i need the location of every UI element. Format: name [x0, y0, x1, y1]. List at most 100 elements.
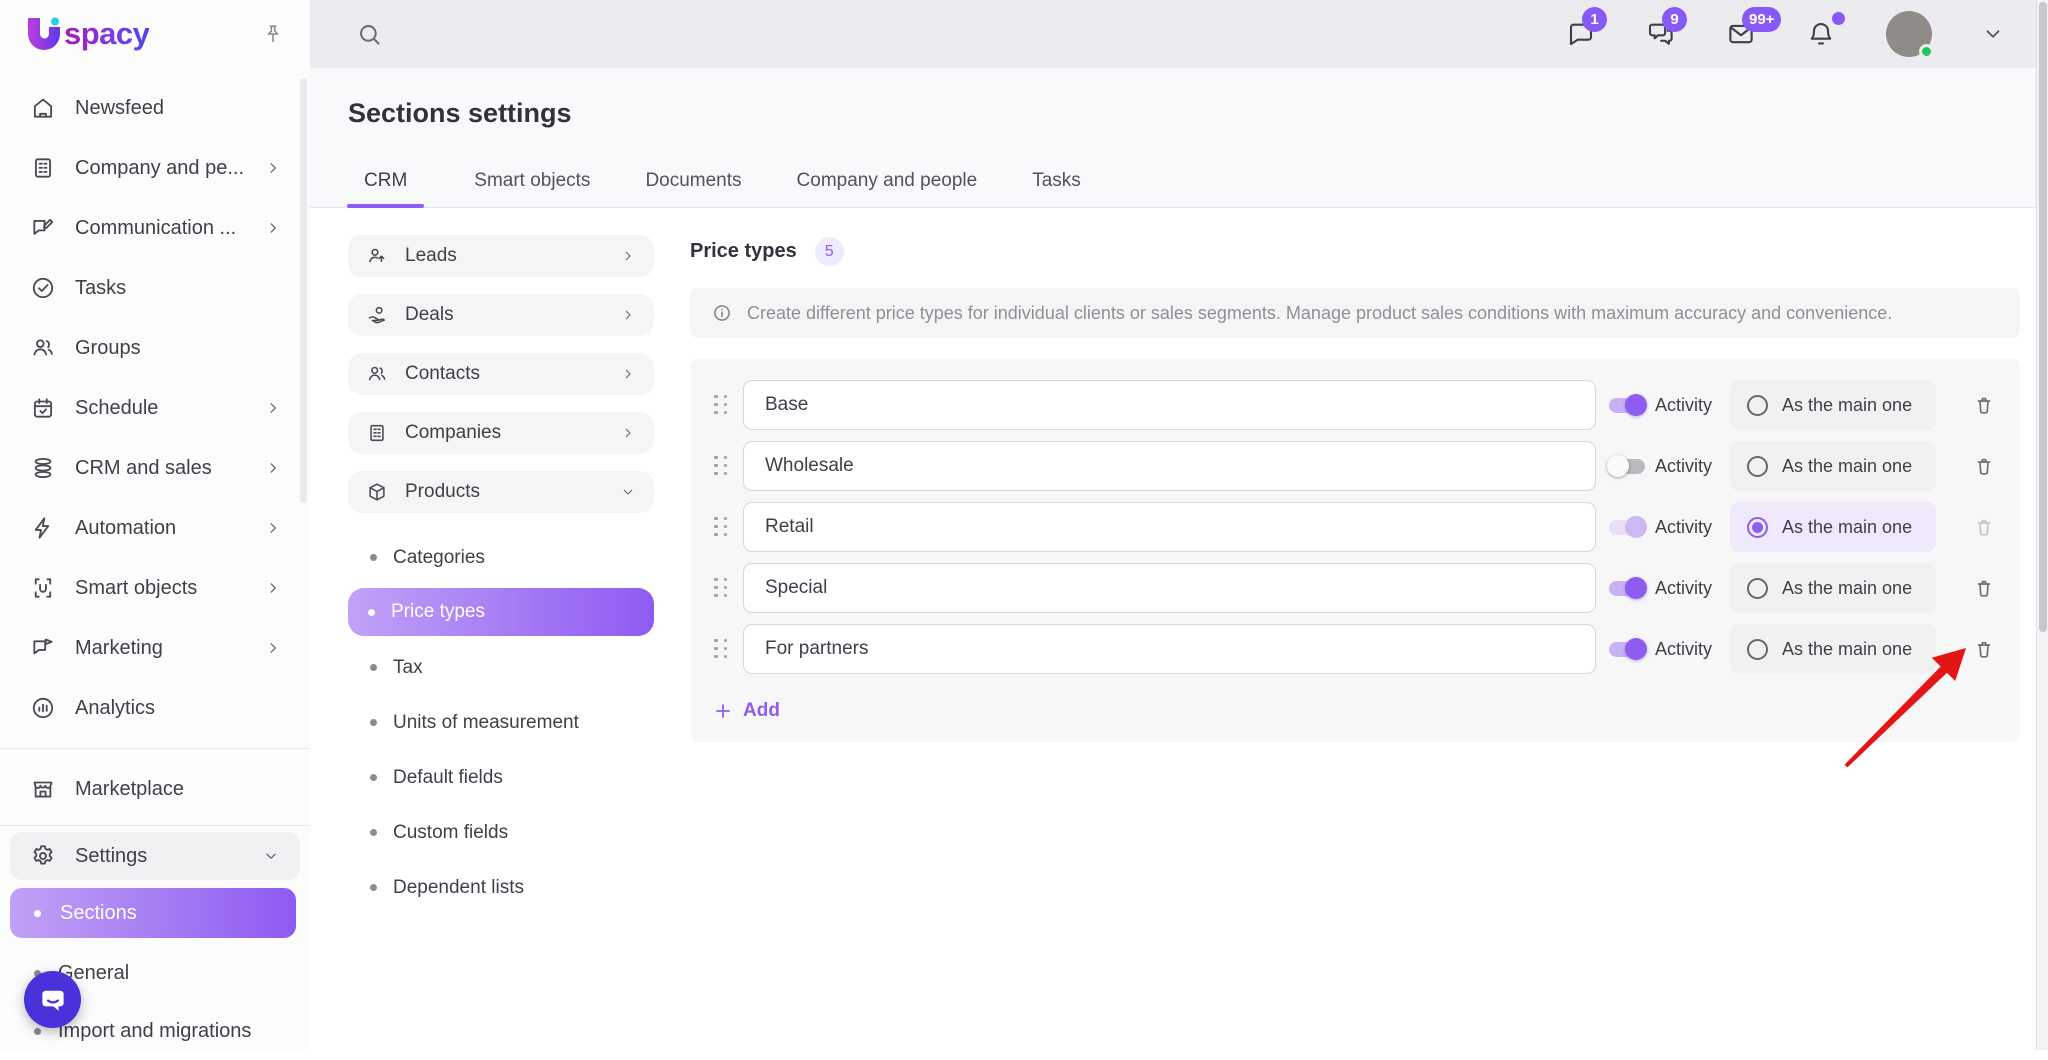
- main-radio[interactable]: As the main one: [1730, 624, 1936, 674]
- chevron-right-icon: [620, 248, 636, 264]
- activity-toggle[interactable]: [1609, 459, 1645, 474]
- mail-icon[interactable]: 99+: [1726, 19, 1756, 49]
- users-icon: [30, 335, 56, 361]
- sidebar-item-sections[interactable]: Sections: [10, 888, 296, 938]
- online-status-dot: [1919, 44, 1934, 59]
- avatar[interactable]: [1886, 11, 1932, 57]
- sidebar-item-newsfeed[interactable]: Newsfeed: [0, 78, 310, 138]
- main-radio[interactable]: As the main one: [1730, 380, 1936, 430]
- sidebar-item-tasks[interactable]: Tasks: [0, 258, 310, 318]
- crm-section-contacts[interactable]: Contacts: [348, 353, 654, 395]
- chevron-down-icon[interactable]: [1982, 23, 2004, 45]
- search-icon[interactable]: [356, 21, 383, 48]
- sidebar-item-label: Tasks: [75, 277, 282, 300]
- sidebar-item-communication[interactable]: Communication ...: [0, 198, 310, 258]
- pin-sidebar-icon[interactable]: [262, 23, 284, 45]
- activity-toggle-zone: Activity: [1609, 578, 1717, 599]
- crm-subsection-units-of-measurement[interactable]: Units of measurement: [348, 695, 654, 750]
- trash-icon[interactable]: [1972, 637, 1996, 661]
- price-type-name-input[interactable]: [743, 441, 1596, 491]
- crm-section-leads[interactable]: Leads: [348, 235, 654, 277]
- price-type-name-input[interactable]: [743, 563, 1596, 613]
- bullet-dot: [370, 884, 377, 891]
- main-radio-label: As the main one: [1782, 456, 1912, 477]
- chevron-right-icon: [264, 159, 282, 177]
- trash-icon[interactable]: [1972, 454, 1996, 478]
- crm-subsection-price-types[interactable]: Price types: [348, 588, 654, 636]
- tab-company-and-people[interactable]: Company and people: [792, 170, 983, 208]
- sidebar-item-label: Smart objects: [75, 577, 245, 600]
- crm-subsection-label: Dependent lists: [393, 877, 524, 899]
- crm-subsection-categories[interactable]: Categories: [348, 530, 654, 585]
- activity-toggle-zone: Activity: [1609, 395, 1717, 416]
- drag-handle-icon[interactable]: [714, 395, 728, 416]
- sidebar-nav: NewsfeedCompany and pe... Communication .…: [0, 68, 310, 1060]
- intercom-launcher[interactable]: [24, 971, 81, 1028]
- sidebar-item-schedule[interactable]: Schedule: [0, 378, 310, 438]
- sidebar-item-company-and-pe[interactable]: Company and pe...: [0, 138, 310, 198]
- sidebar-item-label: Communication ...: [75, 217, 245, 240]
- price-type-name-input[interactable]: [743, 502, 1596, 552]
- crm-subsection-custom-fields[interactable]: Custom fields: [348, 805, 654, 860]
- main-radio[interactable]: As the main one: [1730, 563, 1936, 613]
- chevron-right-icon: [620, 366, 636, 382]
- main-sidebar: spacy NewsfeedCompany and pe... Communica…: [0, 0, 310, 1050]
- group-chat-icon[interactable]: 9: [1646, 19, 1676, 49]
- tab-tasks[interactable]: Tasks: [1027, 170, 1086, 208]
- window-scrollbar[interactable]: [2036, 0, 2048, 1050]
- sidebar-item-crm-and-sales[interactable]: CRM and sales: [0, 438, 310, 498]
- uspacy-logo[interactable]: spacy: [22, 12, 149, 56]
- main-radio-label: As the main one: [1782, 639, 1912, 660]
- tab-documents[interactable]: Documents: [640, 170, 746, 208]
- crm-subsection-default-fields[interactable]: Default fields: [348, 750, 654, 805]
- crm-section-deals[interactable]: Deals: [348, 294, 654, 336]
- sidebar-item-marketplace[interactable]: Marketplace: [0, 759, 310, 819]
- drag-handle-icon[interactable]: [714, 639, 728, 660]
- window-scrollbar-thumb[interactable]: [2039, 2, 2047, 632]
- sidebar-item-smart-objects[interactable]: Smart objects: [0, 558, 310, 618]
- count-badge: 5: [815, 237, 844, 266]
- drag-handle-icon[interactable]: [714, 517, 728, 538]
- check-circle-icon: [30, 275, 56, 301]
- sidebar-item-analytics[interactable]: Analytics: [0, 678, 310, 738]
- trash-icon[interactable]: [1972, 576, 1996, 600]
- sidebar-header: spacy: [0, 0, 310, 68]
- main-radio-label: As the main one: [1782, 395, 1912, 416]
- activity-toggle[interactable]: [1609, 581, 1645, 596]
- chevron-right-icon: [620, 425, 636, 441]
- sidebar-scrollbar[interactable]: [300, 78, 307, 503]
- activity-label: Activity: [1655, 639, 1712, 660]
- main-radio[interactable]: As the main one: [1730, 502, 1936, 552]
- activity-toggle[interactable]: [1609, 398, 1645, 413]
- price-type-row-retail: ActivityAs the main one: [714, 502, 1996, 552]
- crm-section-companies[interactable]: Companies: [348, 412, 654, 454]
- sidebar-item-groups[interactable]: Groups: [0, 318, 310, 378]
- drag-handle-icon[interactable]: [714, 456, 728, 477]
- trash-icon[interactable]: [1972, 393, 1996, 417]
- crm-subsection-tax[interactable]: Tax: [348, 640, 654, 695]
- price-types-panel: Price types 5 Create different price typ…: [690, 237, 2020, 742]
- bolt-icon: [30, 515, 56, 541]
- sidebar-item-automation[interactable]: Automation: [0, 498, 310, 558]
- page-header: Sections settings CRMSmart objectsDocume…: [310, 68, 2036, 208]
- crm-section-products[interactable]: Products: [348, 471, 654, 513]
- uspacy-logo-text: spacy: [64, 16, 149, 52]
- chat-icon[interactable]: 1: [1566, 19, 1596, 49]
- activity-toggle[interactable]: [1609, 642, 1645, 657]
- add-price-type-button[interactable]: Add: [714, 700, 780, 722]
- analytics-icon: [30, 695, 56, 721]
- tab-smart-objects[interactable]: Smart objects: [469, 170, 595, 208]
- main-radio[interactable]: As the main one: [1730, 441, 1936, 491]
- activity-label: Activity: [1655, 456, 1712, 477]
- crm-subsection-dependent-lists[interactable]: Dependent lists: [348, 860, 654, 915]
- sidebar-item-settings[interactable]: Settings: [10, 832, 300, 880]
- chevron-right-icon: [264, 399, 282, 417]
- tab-crm[interactable]: CRM: [347, 170, 424, 208]
- sidebar-item-marketing[interactable]: Marketing: [0, 618, 310, 678]
- drag-handle-icon[interactable]: [714, 578, 728, 599]
- panel-title: Price types: [690, 240, 797, 263]
- bell-icon[interactable]: [1806, 19, 1836, 49]
- info-banner: Create different price types for individ…: [690, 288, 2020, 338]
- price-type-name-input[interactable]: [743, 380, 1596, 430]
- price-type-name-input[interactable]: [743, 624, 1596, 674]
